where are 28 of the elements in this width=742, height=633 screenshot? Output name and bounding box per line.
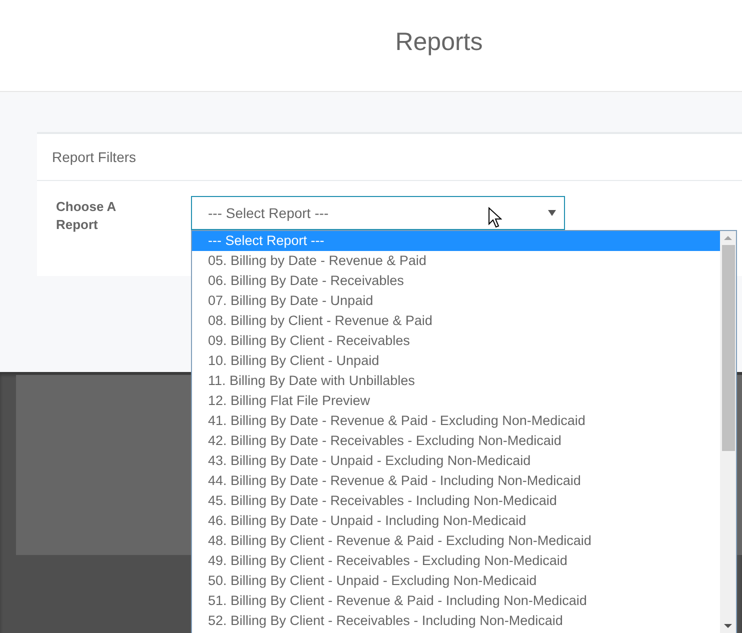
dropdown-option[interactable]: 46. Billing By Date - Unpaid - Including Non-Medicaid — [192, 511, 720, 531]
dropdown-option[interactable]: 44. Billing By Date - Revenue & Paid - Including Non-Medicaid — [192, 471, 720, 491]
dropdown-option[interactable]: 52. Billing By Client - Receivables - Including Non-Medicaid — [192, 611, 720, 631]
card-title: Report Filters — [52, 149, 136, 165]
caret-icon — [548, 210, 556, 216]
dropdown-option[interactable]: 07. Billing By Date - Unpaid — [192, 291, 720, 311]
dropdown-option[interactable]: 42. Billing By Date - Receivables - Excluding Non-Medicaid — [192, 431, 720, 451]
dropdown-option[interactable]: 48. Billing By Client - Revenue & Paid - Excluding Non-Medicaid — [192, 531, 720, 551]
dropdown-option[interactable]: 43. Billing By Date - Unpaid - Excluding Non-Medicaid — [192, 451, 720, 471]
dropdown-option[interactable]: 45. Billing By Date - Receivables - Including Non-Medicaid — [192, 491, 720, 511]
scroll-thumb[interactable] — [722, 245, 734, 451]
dropdown-option[interactable]: --- Select Report --- — [192, 231, 720, 251]
dropdown-option[interactable]: 12. Billing Flat File Preview — [192, 391, 720, 411]
dropdown-option[interactable]: 49. Billing By Client - Receivables - Excluding Non-Medicaid — [192, 551, 720, 571]
page-title: Reports — [395, 28, 483, 58]
dropdown-option[interactable]: 05. Billing by Date - Revenue & Paid — [192, 251, 720, 271]
pointer-icon — [488, 207, 502, 228]
dropdown-option[interactable]: 10. Billing By Client - Unpaid — [192, 351, 720, 371]
dropdown-option[interactable]: 50. Billing By Client - Unpaid - Excluding Non-Medicaid — [192, 571, 720, 591]
field-label: Choose A Report — [56, 198, 117, 234]
dropdown-option[interactable]: 09. Billing By Client - Receivables — [192, 331, 720, 351]
dropdown-option[interactable]: 08. Billing by Client - Revenue & Paid — [192, 311, 720, 331]
report-select[interactable]: --- Select Report --- — [191, 196, 565, 230]
dropdown-option[interactable]: 06. Billing By Date - Receivables — [192, 271, 720, 291]
scrollbar[interactable] — [720, 231, 736, 633]
dropdown-option[interactable]: 51. Billing By Client - Revenue & Paid - Including Non-Medicaid — [192, 591, 720, 611]
dropdown-option[interactable]: 41. Billing By Date - Revenue & Paid - Excluding Non-Medicaid — [192, 411, 720, 431]
dropdown-option[interactable]: 11. Billing By Date with Unbillables — [192, 371, 720, 391]
